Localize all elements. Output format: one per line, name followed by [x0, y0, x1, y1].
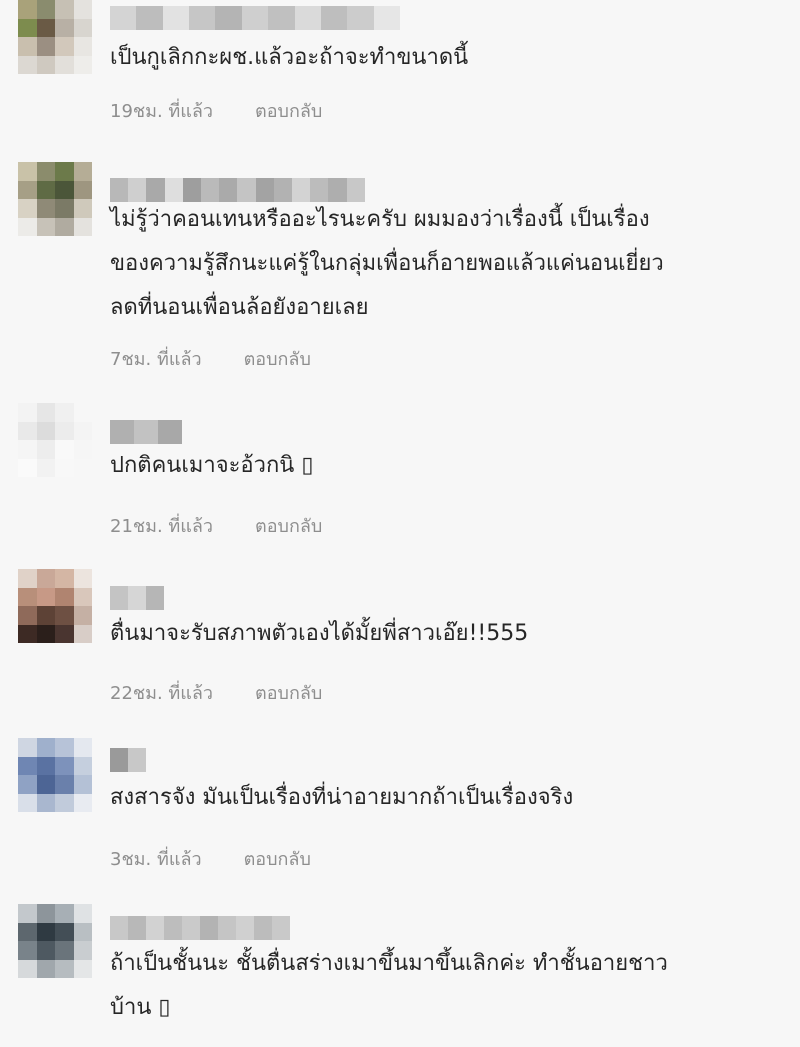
comment-meta: 19ชม. ที่แล้ว ตอบกลับ	[110, 100, 322, 124]
reply-button[interactable]: ตอบกลับ	[255, 100, 322, 124]
reply-button[interactable]: ตอบกลับ	[255, 682, 322, 706]
username-blurred[interactable]	[110, 748, 146, 772]
comment-text: สงสารจัง มันเป็นเรื่องที่น่าอายมากถ้าเป็…	[110, 785, 574, 810]
username-blurred[interactable]	[110, 586, 164, 610]
comment-meta: 3ชม. ที่แล้ว ตอบกลับ	[110, 848, 311, 872]
timestamp: 21ชม. ที่แล้ว	[110, 516, 214, 537]
comment-text: ปกติคนเมาจะอ้วกนิ ▯	[110, 453, 314, 478]
reply-button[interactable]: ตอบกลับ	[244, 848, 311, 872]
timestamp: 19ชม. ที่แล้ว	[110, 101, 214, 122]
timestamp: 7ชม. ที่แล้ว	[110, 349, 202, 370]
comment-text: ไม่รู้ว่าคอนเทนหรืออะไรนะครับ ผมมองว่าเร…	[110, 207, 664, 320]
username-blurred[interactable]	[110, 6, 400, 30]
comment-text: เป็นกูเลิกกะผช.แล้วอะถ้าจะทำขนาดนี้	[110, 45, 469, 70]
username-blurred[interactable]	[110, 420, 182, 444]
avatar[interactable]	[18, 0, 92, 74]
timestamp: 22ชม. ที่แล้ว	[110, 683, 214, 704]
avatar[interactable]	[18, 738, 92, 812]
avatar[interactable]	[18, 569, 92, 643]
reply-button[interactable]: ตอบกลับ	[255, 515, 322, 539]
avatar[interactable]	[18, 904, 92, 978]
comment-meta: 22ชม. ที่แล้ว ตอบกลับ	[110, 682, 322, 706]
reply-button[interactable]: ตอบกลับ	[244, 348, 311, 372]
username-blurred[interactable]	[110, 916, 290, 940]
timestamp: 3ชม. ที่แล้ว	[110, 849, 202, 870]
avatar[interactable]	[18, 403, 92, 477]
avatar[interactable]	[18, 162, 92, 236]
comment-meta: 7ชม. ที่แล้ว ตอบกลับ	[110, 348, 311, 372]
comment-text: ถ้าเป็นชั้นนะ ชั้นตื่นสร่างเมาขึ้นมาขึ้น…	[110, 951, 668, 1020]
comment-text: ตื่นมาจะรับสภาพตัวเองได้มั้ยพี่สาวเอ๊ย!!…	[110, 621, 529, 646]
comment-meta: 21ชม. ที่แล้ว ตอบกลับ	[110, 515, 322, 539]
